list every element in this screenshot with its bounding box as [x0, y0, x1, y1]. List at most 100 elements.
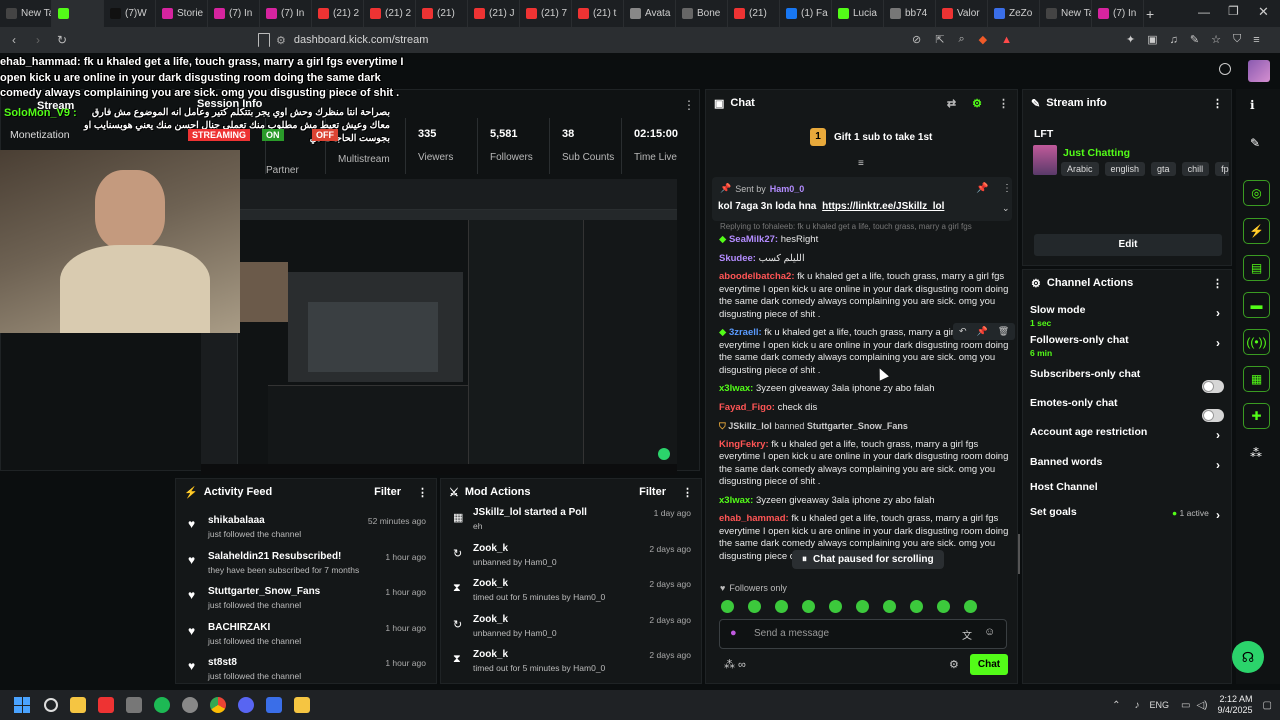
chat-username[interactable]: Fayad_Figo: — [719, 402, 775, 413]
browser-tab[interactable]: (21) — [728, 0, 780, 27]
activity-filter-button[interactable]: Filter — [374, 486, 401, 498]
back-icon[interactable]: ‹ — [6, 33, 22, 47]
browser-tab[interactable]: Valor — [936, 0, 988, 27]
emote-icon[interactable] — [937, 600, 950, 613]
activity-item[interactable]: ♥ Stuttgarter_Snow_Fans just followed the … — [176, 584, 434, 620]
reply-icon[interactable]: ↶ — [959, 326, 967, 337]
emote-icon[interactable] — [883, 600, 896, 613]
chat-message[interactable]: x3lwax: 3yzeen giveaway 3ala iphone zy a… — [719, 495, 1011, 508]
notifications-icon[interactable] — [1219, 63, 1231, 75]
language-indicator[interactable]: ENG — [1150, 700, 1170, 710]
pin-message-icon[interactable]: 📌 — [977, 326, 988, 337]
chat-paused-banner[interactable]: ⏸ Chat paused for scrolling — [792, 550, 944, 569]
search-icon[interactable] — [44, 698, 58, 712]
ban-moderator[interactable]: JSkillz_lol — [728, 421, 772, 431]
edit-icon[interactable]: ✎ — [1250, 136, 1260, 150]
tray-chevron-icon[interactable]: ⌃ — [1112, 700, 1120, 711]
browser-tab[interactable]: (1) Fa — [780, 0, 832, 27]
activity-item[interactable]: ♥ st8st8 just followed the channel 1 hour a… — [176, 655, 434, 681]
steam-icon[interactable] — [182, 697, 198, 713]
edit-stream-button[interactable]: Edit — [1034, 234, 1222, 256]
channel-action-item[interactable]: Account age restriction › — [1030, 426, 1226, 450]
chat-username[interactable]: Skudee: — [719, 253, 756, 264]
help-icon[interactable]: ☊ — [1232, 641, 1264, 673]
emote-icon[interactable] — [775, 600, 788, 613]
mod-action-item[interactable]: ⧗ Zook_k timed out for 5 minutes by Ham0_0… — [441, 576, 699, 612]
emote-icon[interactable] — [721, 600, 734, 613]
chat-username[interactable]: SeaMilk27: — [729, 234, 778, 245]
reload-icon[interactable]: ↻ — [54, 33, 70, 47]
rewards-icon[interactable]: ▲ — [1001, 34, 1012, 46]
chat-bubble-icon[interactable]: ▬ — [1243, 292, 1270, 318]
channel-action-item[interactable]: Emotes-only chat — [1030, 397, 1226, 422]
browser-tab[interactable]: bb74 — [884, 0, 936, 27]
translate-icon[interactable]: 文 — [962, 627, 972, 642]
mic-icon[interactable]: ● — [730, 627, 737, 639]
browser-tab[interactable]: New Tab — [1040, 0, 1092, 27]
forward-icon[interactable]: › — [30, 33, 46, 47]
brave-shield-icon[interactable]: ◆ — [979, 33, 987, 46]
browser-tab[interactable]: (7) In — [208, 0, 260, 27]
browser-tab[interactable]: (7) In — [1092, 0, 1144, 27]
leo-icon[interactable]: ☆ — [1211, 33, 1221, 46]
info-icon[interactable]: ℹ — [1250, 98, 1255, 112]
channel-actions-menu-icon[interactable]: ⋮ — [1212, 277, 1223, 290]
gift-sub-banner[interactable]: 1 Gift 1 sub to take 1st — [810, 128, 932, 146]
chat-username[interactable]: x3lwax: — [719, 383, 753, 394]
browser-tab[interactable]: Avata — [624, 0, 676, 27]
stream-preview[interactable] — [201, 179, 677, 475]
pinned-link[interactable]: https://linktr.ee/JSkillz_lol — [822, 201, 944, 212]
start-icon[interactable] — [14, 697, 30, 713]
store-icon[interactable] — [126, 697, 142, 713]
emote-icon[interactable] — [802, 600, 815, 613]
chat-settings-icon[interactable]: ⚙ — [972, 97, 982, 110]
stream-tag[interactable]: chill — [1181, 162, 1210, 176]
chat-scrollbar[interactable] — [1018, 534, 1020, 574]
mod-filter-button[interactable]: Filter — [639, 486, 666, 498]
emote-icon[interactable] — [964, 600, 977, 613]
browser-tab[interactable]: Storie — [156, 0, 208, 27]
browser-tab[interactable]: Lucia — [832, 0, 884, 27]
pinned-menu-icon[interactable]: ⋮ — [1002, 183, 1012, 194]
unpin-icon[interactable]: 📌 — [976, 183, 988, 194]
network-icon[interactable]: ▭ — [1181, 700, 1190, 711]
close-window-button[interactable]: ✕ — [1258, 4, 1269, 20]
tray-mic-icon[interactable]: ♪ — [1135, 700, 1140, 711]
browser-tab[interactable] — [52, 0, 104, 27]
pinned-user[interactable]: Ham0_0 — [770, 184, 805, 194]
channel-action-item[interactable]: Set goals › ● 1 active — [1030, 506, 1226, 530]
browser-tab[interactable]: New Tab — [0, 0, 52, 27]
extensions-icon[interactable]: ✦ — [1126, 33, 1135, 46]
url-bar[interactable]: ⚙ dashboard.kick.com/stream — [276, 31, 1006, 49]
activity-menu-icon[interactable]: ⋮ — [417, 486, 428, 499]
activity-item[interactable]: ♥ shikabalaaa just followed the channel 52 … — [176, 513, 434, 549]
category-name[interactable]: Just Chatting — [1063, 147, 1130, 159]
channel-action-item[interactable]: Followers-only chat 6 min › — [1030, 334, 1226, 358]
emote-icon[interactable] — [856, 600, 869, 613]
channel-action-item[interactable]: Host Channel — [1030, 481, 1226, 505]
spotify-icon[interactable] — [154, 697, 170, 713]
mod-menu-icon[interactable]: ⋮ — [682, 486, 693, 499]
camera-icon[interactable]: ◎ — [1243, 180, 1270, 206]
broadcast-icon[interactable]: ((•)) — [1243, 329, 1270, 355]
delete-icon[interactable]: 🗑 — [998, 326, 1009, 337]
notes-icon[interactable]: ▤ — [1243, 255, 1270, 281]
browser-tab[interactable]: (21) 2 — [364, 0, 416, 27]
file-explorer-icon[interactable] — [70, 697, 86, 713]
points-icon[interactable]: ⁂ ∞ — [724, 658, 746, 671]
collapse-icon[interactable]: ≡ — [858, 158, 864, 169]
share-icon[interactable]: ⇱ — [935, 33, 944, 46]
app-icon[interactable] — [98, 697, 114, 713]
browser-tab[interactable]: (21) J — [468, 0, 520, 27]
browser-tab[interactable]: (7)W — [104, 0, 156, 27]
browser-tab[interactable]: ZeZo — [988, 0, 1040, 27]
media-icon[interactable]: ♫ — [1170, 34, 1178, 46]
vpn-icon[interactable]: ⛉ — [1233, 33, 1241, 46]
chat-username[interactable]: 3zraell: — [729, 327, 762, 338]
chat-username[interactable]: ehab_hammad: — [719, 513, 789, 524]
minimize-button[interactable]: — — [1198, 5, 1210, 19]
emote-icon[interactable] — [748, 600, 761, 613]
bookmark-icon[interactable] — [258, 33, 270, 47]
stream-info-menu-icon[interactable]: ⋮ — [1212, 97, 1223, 110]
chat-username[interactable]: aboodelbatcha2: — [719, 271, 795, 282]
